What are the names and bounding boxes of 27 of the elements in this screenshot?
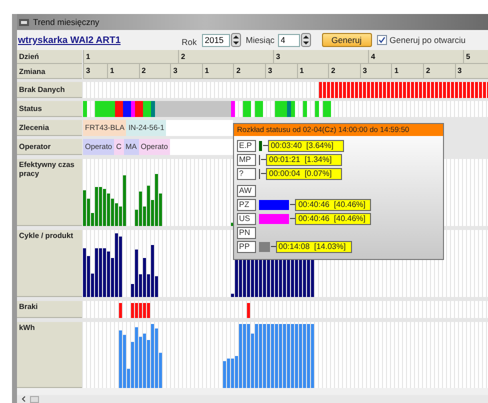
horizontal-scrollbar[interactable] [17,395,488,403]
checkbox-label[interactable]: Generuj po otwarciu [390,35,466,45]
status-code: MP [237,154,256,166]
scroll-thumb[interactable] [30,396,39,402]
status-code: PN [237,226,256,238]
status-code: AW [237,184,256,196]
generate-button[interactable]: Generuj [322,33,372,47]
app-icon [19,18,29,26]
year-label: Rok [182,37,197,47]
window-title: Trend miesięczny [33,17,100,27]
scroll-left-icon[interactable] [21,396,27,402]
status-code: US [237,212,256,224]
duration-value: 00:01:21 [1.34%] [266,154,342,166]
status-code: PP [237,240,256,252]
spin-arrows-icon[interactable] [300,33,311,47]
duration-value: 00:14:08 [14.03%] [276,240,352,252]
spin-arrows-icon[interactable] [230,33,241,47]
status-code: ? [237,168,256,180]
duration-value: 00:00:04 [0.07%] [266,168,342,180]
status-code: E.P [237,140,256,152]
machine-link[interactable]: wtryskarka WAI2 ART1 [18,34,121,46]
status-code: PZ [237,198,256,210]
duration-value: 00:03:40 [3.64%] [268,140,344,152]
duration-value: 00:40:46 [40.46%] [295,198,372,210]
checkbox[interactable] [376,35,387,45]
duration-value: 00:40:46 [40.46%] [295,212,372,224]
month-label: Miesiąc [246,35,275,45]
